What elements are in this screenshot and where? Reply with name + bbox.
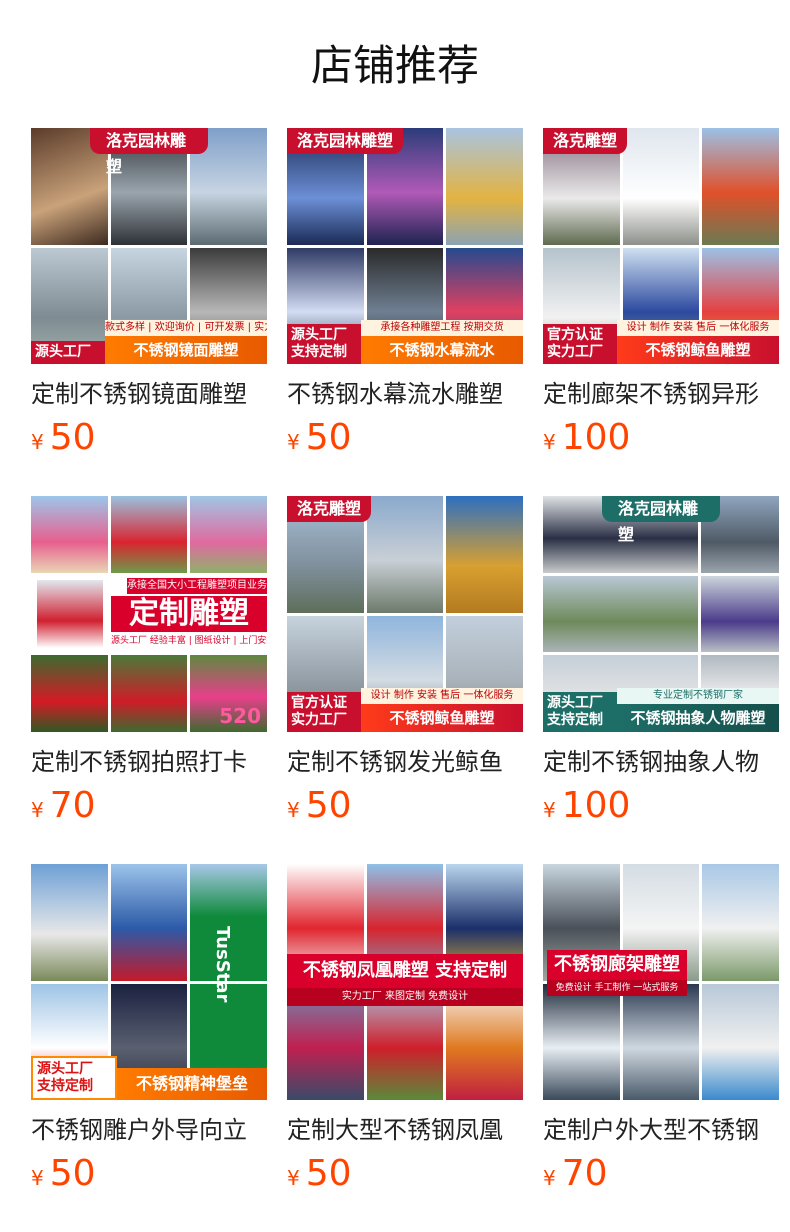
product-name[interactable]: 定制不锈钢发光鲸鱼 (287, 746, 523, 778)
image-top-line: 承接全国大小工程雕塑项目业务 (127, 578, 267, 594)
product-card[interactable]: 不锈钢廊架雕塑 免费设计 手工制作 一站式服务 定制户外大型不锈钢 ¥70 (543, 864, 779, 1202)
image-strip: 款式多样 | 欢迎询价 | 可开发票 | 实力商家 (105, 320, 267, 336)
sign-text: TusStar (212, 925, 233, 1003)
product-image[interactable]: 不锈钢廊架雕塑 免费设计 手工制作 一站式服务 (543, 864, 779, 1100)
factory-badge: 源头工厂 支持定制 (31, 1056, 117, 1100)
image-sub-line: 实力工厂 来图定制 免费设计 (287, 988, 523, 1006)
product-image[interactable]: 洛克园林雕塑 专业定制不锈钢厂家 源头工厂 支持定制 不锈钢抽象人物雕塑 (543, 496, 779, 732)
image-ribbon: 不锈钢精神堡垒 (117, 1068, 267, 1100)
factory-badge: 官方认证 实力工厂 (287, 692, 361, 732)
image-strip: 设计 制作 安装 售后 一体化服务 (361, 688, 523, 704)
product-card[interactable]: 承接全国大小工程雕塑项目业务 定制雕塑 源头工厂 经验丰富 | 图纸设计 | 上… (31, 496, 267, 834)
price-value: 50 (49, 417, 96, 458)
image-ribbon: 不锈钢水幕流水 (361, 336, 523, 364)
image-corner-text: 520 (219, 704, 261, 728)
product-price: ¥50 (287, 416, 523, 466)
product-card[interactable]: 洛克园林雕塑 专业定制不锈钢厂家 源头工厂 支持定制 不锈钢抽象人物雕塑 定制不… (543, 496, 779, 834)
product-name[interactable]: 定制大型不锈钢凤凰 (287, 1114, 523, 1146)
image-banner: 定制雕塑 (111, 596, 267, 632)
brand-label: 洛克园林雕塑 (90, 128, 208, 176)
factory-badge: 官方认证 实力工厂 (543, 324, 617, 364)
price-value: 50 (305, 417, 352, 458)
product-image[interactable]: 洛克雕塑 设计 制作 安装 售后 一体化服务 官方认证 实力工厂 不锈钢鲸鱼雕塑 (543, 128, 779, 364)
image-ribbon: 不锈钢镜面雕塑 (105, 336, 267, 364)
product-image[interactable]: 承接全国大小工程雕塑项目业务 定制雕塑 源头工厂 经验丰富 | 图纸设计 | 上… (31, 496, 267, 732)
image-strip: 专业定制不锈钢厂家 (617, 688, 779, 704)
product-price: ¥50 (287, 1152, 523, 1202)
image-sub-line: 免费设计 手工制作 一站式服务 (547, 980, 687, 996)
price-value: 100 (561, 785, 631, 826)
product-name[interactable]: 定制廊架不锈钢异形 (543, 378, 779, 410)
product-card[interactable]: 洛克雕塑 设计 制作 安装 售后 一体化服务 官方认证 实力工厂 不锈钢鲸鱼雕塑… (543, 128, 779, 466)
currency-symbol: ¥ (543, 430, 556, 454)
image-ribbon: 不锈钢抽象人物雕塑 (617, 704, 779, 732)
image-ribbon: 不锈钢鲸鱼雕塑 (361, 704, 523, 732)
image-banner: 不锈钢凤凰雕塑 支持定制 (287, 954, 523, 988)
product-price: ¥50 (31, 1152, 267, 1202)
brand-label: 洛克园林雕塑 (602, 496, 720, 544)
price-value: 50 (305, 785, 352, 826)
product-image[interactable]: 不锈钢凤凰雕塑 支持定制 实力工厂 来图定制 免费设计 (287, 864, 523, 1100)
product-image[interactable]: 洛克园林雕塑 承接各种雕塑工程 按期交货 源头工厂 支持定制 不锈钢水幕流水 (287, 128, 523, 364)
image-strip: 承接各种雕塑工程 按期交货 (361, 320, 523, 336)
brand-label: 洛克雕塑 (287, 496, 372, 522)
currency-symbol: ¥ (31, 798, 44, 822)
product-price: ¥50 (31, 416, 267, 466)
product-card[interactable]: TusStar 源头工厂 支持定制 不锈钢精神堡垒 不锈钢雕户外导向立 ¥50 (31, 864, 267, 1202)
product-image[interactable]: 洛克园林雕塑 款式多样 | 欢迎询价 | 可开发票 | 实力商家 源头工厂 不锈… (31, 128, 267, 364)
product-card[interactable]: 洛克园林雕塑 款式多样 | 欢迎询价 | 可开发票 | 实力商家 源头工厂 不锈… (31, 128, 267, 466)
factory-badge: 源头工厂 支持定制 (287, 324, 361, 364)
price-value: 50 (305, 1153, 352, 1194)
product-price: ¥100 (543, 784, 779, 834)
product-card[interactable]: 洛克园林雕塑 承接各种雕塑工程 按期交货 源头工厂 支持定制 不锈钢水幕流水 不… (287, 128, 523, 466)
product-image[interactable]: 洛克雕塑 设计 制作 安装 售后 一体化服务 官方认证 实力工厂 不锈钢鲸鱼雕塑 (287, 496, 523, 732)
product-name[interactable]: 不锈钢雕户外导向立 (31, 1114, 267, 1146)
price-value: 100 (561, 417, 631, 458)
image-ribbon: 不锈钢鲸鱼雕塑 (617, 336, 779, 364)
currency-symbol: ¥ (287, 1166, 300, 1190)
currency-symbol: ¥ (543, 798, 556, 822)
currency-symbol: ¥ (543, 1166, 556, 1190)
factory-badge: 源头工厂 支持定制 (543, 692, 617, 732)
price-value: 70 (49, 785, 96, 826)
price-value: 50 (49, 1153, 96, 1194)
product-price: ¥70 (31, 784, 267, 834)
product-price: ¥50 (287, 784, 523, 834)
product-name[interactable]: 不锈钢水幕流水雕塑 (287, 378, 523, 410)
product-name[interactable]: 定制不锈钢镜面雕塑 (31, 378, 267, 410)
currency-symbol: ¥ (287, 430, 300, 454)
product-card[interactable]: 洛克雕塑 设计 制作 安装 售后 一体化服务 官方认证 实力工厂 不锈钢鲸鱼雕塑… (287, 496, 523, 834)
product-grid: 洛克园林雕塑 款式多样 | 欢迎询价 | 可开发票 | 实力商家 源头工厂 不锈… (0, 0, 790, 1232)
product-name[interactable]: 定制户外大型不锈钢 (543, 1114, 779, 1146)
image-strip: 设计 制作 安装 售后 一体化服务 (617, 320, 779, 336)
product-image[interactable]: TusStar 源头工厂 支持定制 不锈钢精神堡垒 (31, 864, 267, 1100)
image-banner: 不锈钢廊架雕塑 (547, 950, 687, 980)
currency-symbol: ¥ (31, 430, 44, 454)
brand-label: 洛克园林雕塑 (287, 128, 404, 154)
brand-label: 洛克雕塑 (543, 128, 628, 154)
currency-symbol: ¥ (31, 1166, 44, 1190)
product-name[interactable]: 定制不锈钢拍照打卡 (31, 746, 267, 778)
factory-badge: 源头工厂 (31, 341, 105, 364)
product-name[interactable]: 定制不锈钢抽象人物 (543, 746, 779, 778)
product-card[interactable]: 不锈钢凤凰雕塑 支持定制 实力工厂 来图定制 免费设计 定制大型不锈钢凤凰 ¥5… (287, 864, 523, 1202)
product-price: ¥100 (543, 416, 779, 466)
image-sub-line: 源头工厂 经验丰富 | 图纸设计 | 上门安装 (111, 636, 267, 646)
currency-symbol: ¥ (287, 798, 300, 822)
price-value: 70 (561, 1153, 608, 1194)
product-price: ¥70 (543, 1152, 779, 1202)
